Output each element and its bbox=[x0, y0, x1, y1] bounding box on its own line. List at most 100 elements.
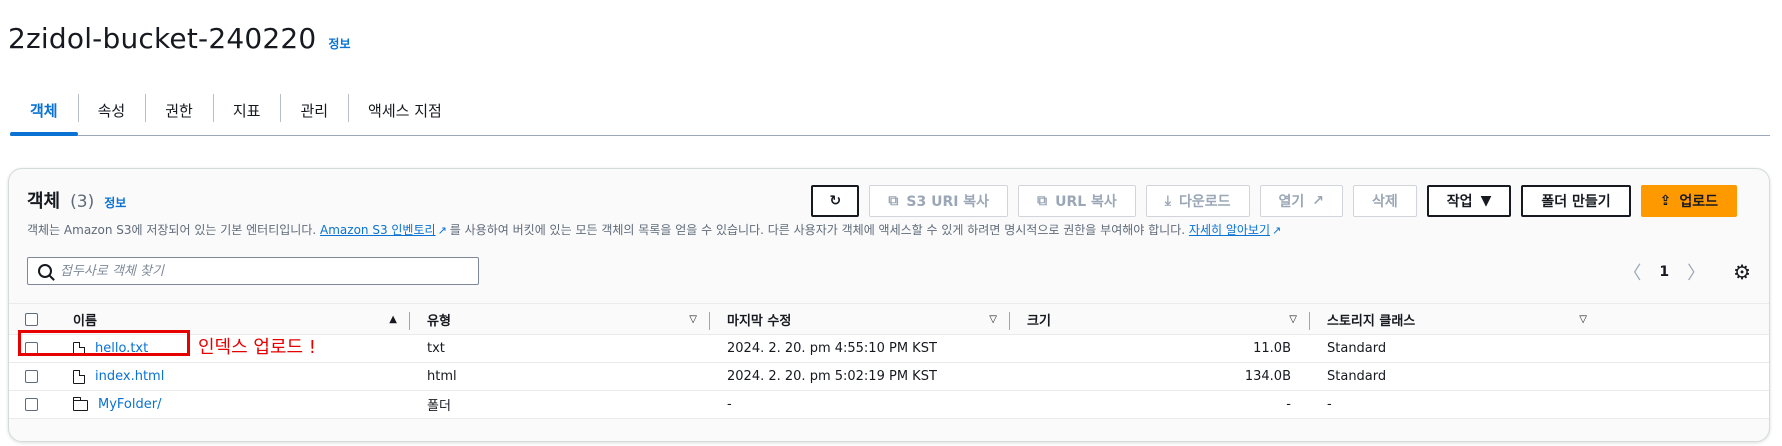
tab-properties[interactable]: 속성 bbox=[77, 86, 146, 134]
type-cell: 폴더 bbox=[427, 399, 451, 414]
table-header-row: 이름 ▲ 유형 ▽ 마지막 수정 ▽ 크기 ▽ 스토리지 클래스 ▽ bbox=[9, 303, 1769, 335]
size-value: - bbox=[1286, 397, 1291, 412]
search-icon bbox=[38, 264, 52, 278]
page-header: 2zidol-bucket-240220 정보 bbox=[8, 22, 351, 55]
objects-header: 객체 (3) 정보 bbox=[27, 187, 126, 213]
folder-link[interactable]: MyFolder/ bbox=[98, 397, 161, 412]
sort-icon: ▽ bbox=[689, 313, 697, 325]
open-button[interactable]: 열기 ↗ bbox=[1259, 185, 1344, 217]
refresh-icon: ↻ bbox=[829, 193, 842, 209]
delete-button[interactable]: 삭제 bbox=[1353, 185, 1417, 217]
actions-dropdown[interactable]: 작업 ▼ bbox=[1426, 185, 1512, 217]
file-icon bbox=[73, 369, 85, 384]
folder-icon bbox=[72, 397, 88, 411]
row-checkbox-cell bbox=[9, 391, 63, 418]
sort-icon: ▽ bbox=[1289, 313, 1297, 325]
column-header-size[interactable]: 크기 ▽ bbox=[1009, 304, 1309, 334]
sort-ascending-icon: ▲ bbox=[389, 313, 397, 325]
object-link[interactable]: index.html bbox=[95, 369, 164, 384]
column-header-modified[interactable]: 마지막 수정 ▽ bbox=[709, 304, 1009, 334]
page-title: 2zidol-bucket-240220 bbox=[8, 22, 317, 55]
copy-icon: ⧉ bbox=[1037, 193, 1048, 209]
column-name-label: 이름 bbox=[73, 313, 97, 329]
objects-panel: 객체 (3) 정보 객체는 Amazon S3에 저장되어 있는 기본 엔터티입… bbox=[8, 168, 1770, 442]
objects-toolbar: ↻ ⧉ S3 URI 복사 ⧉ URL 복사 ⤓ 다운로드 열기 ↗ 삭제 작업 ▼ 폴더… bbox=[811, 185, 1737, 217]
open-label: 열기 bbox=[1278, 194, 1305, 210]
column-header-storage-class[interactable]: 스토리지 클래스 ▽ bbox=[1309, 304, 1599, 334]
name-cell: index.html bbox=[63, 363, 409, 390]
description-text-2: 를 사용하여 버킷에 있는 모든 객체의 목록을 얻을 수 있습니다. 다른 사… bbox=[449, 223, 1186, 237]
storage-class-cell: Standard bbox=[1327, 369, 1387, 384]
table-row: index.html html 2024. 2. 20. pm 5:02:19 … bbox=[9, 363, 1769, 391]
actions-label: 작업 bbox=[1446, 194, 1473, 210]
objects-title: 객체 bbox=[27, 191, 61, 212]
current-page[interactable]: 1 bbox=[1659, 264, 1669, 280]
previous-page-icon[interactable]: 〈 bbox=[1623, 259, 1641, 285]
objects-table: 이름 ▲ 유형 ▽ 마지막 수정 ▽ 크기 ▽ 스토리지 클래스 ▽ hello.txt … bbox=[9, 303, 1769, 419]
tab-management[interactable]: 관리 bbox=[280, 86, 348, 134]
copy-s3-uri-label: S3 URI 복사 bbox=[906, 194, 990, 210]
download-button[interactable]: ⤓ 다운로드 bbox=[1145, 185, 1250, 217]
size-cell: 11.0B bbox=[1009, 335, 1309, 362]
column-header-type[interactable]: 유형 ▽ bbox=[409, 304, 709, 334]
modified-cell: 2024. 2. 20. pm 4:55:10 PM KST bbox=[727, 341, 937, 356]
copy-s3-uri-button[interactable]: ⧉ S3 URI 복사 bbox=[869, 185, 1009, 217]
sort-icon: ▽ bbox=[989, 313, 997, 325]
caret-down-icon: ▼ bbox=[1480, 193, 1492, 209]
objects-count: (3) bbox=[70, 192, 95, 212]
column-storage-class-label: 스토리지 클래스 bbox=[1327, 313, 1416, 329]
sort-icon: ▽ bbox=[1579, 313, 1587, 325]
annotation-highlight-box bbox=[18, 330, 190, 356]
size-value: 134.0B bbox=[1244, 369, 1291, 384]
row-checkbox[interactable] bbox=[25, 370, 38, 383]
pagination: 〈 1 〉 ⚙ bbox=[1623, 259, 1751, 285]
upload-label: 업로드 bbox=[1679, 194, 1718, 210]
copy-url-label: URL 복사 bbox=[1055, 194, 1117, 210]
column-size-label: 크기 bbox=[1027, 313, 1051, 329]
tab-access-points[interactable]: 액세스 지점 bbox=[348, 86, 462, 134]
upload-button[interactable]: ⇪ 업로드 bbox=[1640, 185, 1737, 217]
size-cell: 134.0B bbox=[1009, 363, 1309, 390]
copy-url-button[interactable]: ⧉ URL 복사 bbox=[1018, 185, 1136, 217]
download-icon: ⤓ bbox=[1164, 193, 1171, 209]
external-link-icon: ↗ bbox=[1272, 224, 1282, 237]
next-page-icon[interactable]: 〉 bbox=[1687, 259, 1705, 285]
storage-class-cell: Standard bbox=[1327, 341, 1387, 356]
description-text: 객체는 Amazon S3에 저장되어 있는 기본 엔터티입니다. bbox=[27, 223, 317, 237]
external-link-icon: ↗ bbox=[1312, 193, 1325, 209]
info-link[interactable]: 정보 bbox=[328, 35, 350, 52]
type-cell: html bbox=[427, 369, 457, 384]
storage-class-cell: - bbox=[1327, 397, 1332, 412]
row-checkbox-cell bbox=[9, 363, 63, 390]
annotation-text: 인덱스 업로드 ! bbox=[198, 337, 317, 358]
s3-bucket-page: 2zidol-bucket-240220 정보 객체 속성 권한 지표 관리 액… bbox=[0, 0, 1782, 446]
create-folder-button[interactable]: 폴더 만들기 bbox=[1521, 185, 1631, 217]
select-all-checkbox[interactable] bbox=[25, 312, 38, 326]
modified-cell: 2024. 2. 20. pm 5:02:19 PM KST bbox=[727, 369, 937, 384]
search-input[interactable] bbox=[60, 263, 460, 279]
column-modified-label: 마지막 수정 bbox=[727, 313, 792, 329]
modified-cell: - bbox=[727, 397, 732, 412]
row-checkbox[interactable] bbox=[25, 398, 38, 411]
copy-icon: ⧉ bbox=[888, 193, 899, 209]
size-value: 11.0B bbox=[1253, 341, 1291, 356]
refresh-button[interactable]: ↻ bbox=[811, 185, 860, 217]
tab-objects[interactable]: 객체 bbox=[10, 86, 78, 136]
tab-permissions[interactable]: 권한 bbox=[145, 86, 213, 134]
size-cell: - bbox=[1009, 391, 1309, 418]
name-cell: MyFolder/ bbox=[63, 391, 409, 418]
bucket-tabs: 객체 속성 권한 지표 관리 액세스 지점 bbox=[10, 86, 1770, 136]
objects-description: 객체는 Amazon S3에 저장되어 있는 기본 엔터티입니다. Amazon… bbox=[27, 221, 1284, 238]
table-row: MyFolder/ 폴더 - - - bbox=[9, 391, 1769, 419]
column-type-label: 유형 bbox=[427, 313, 451, 329]
external-link-icon: ↗ bbox=[437, 224, 447, 237]
type-cell: txt bbox=[427, 341, 445, 356]
tab-metrics[interactable]: 지표 bbox=[212, 86, 281, 134]
download-label: 다운로드 bbox=[1179, 194, 1231, 210]
inventory-link[interactable]: Amazon S3 인벤토리 bbox=[320, 223, 436, 237]
settings-gear-icon[interactable]: ⚙ bbox=[1733, 260, 1751, 284]
search-box bbox=[27, 257, 479, 285]
objects-info-link[interactable]: 정보 bbox=[104, 194, 126, 211]
upload-icon: ⇪ bbox=[1659, 193, 1672, 209]
learn-more-link[interactable]: 자세히 알아보기 bbox=[1189, 223, 1270, 237]
